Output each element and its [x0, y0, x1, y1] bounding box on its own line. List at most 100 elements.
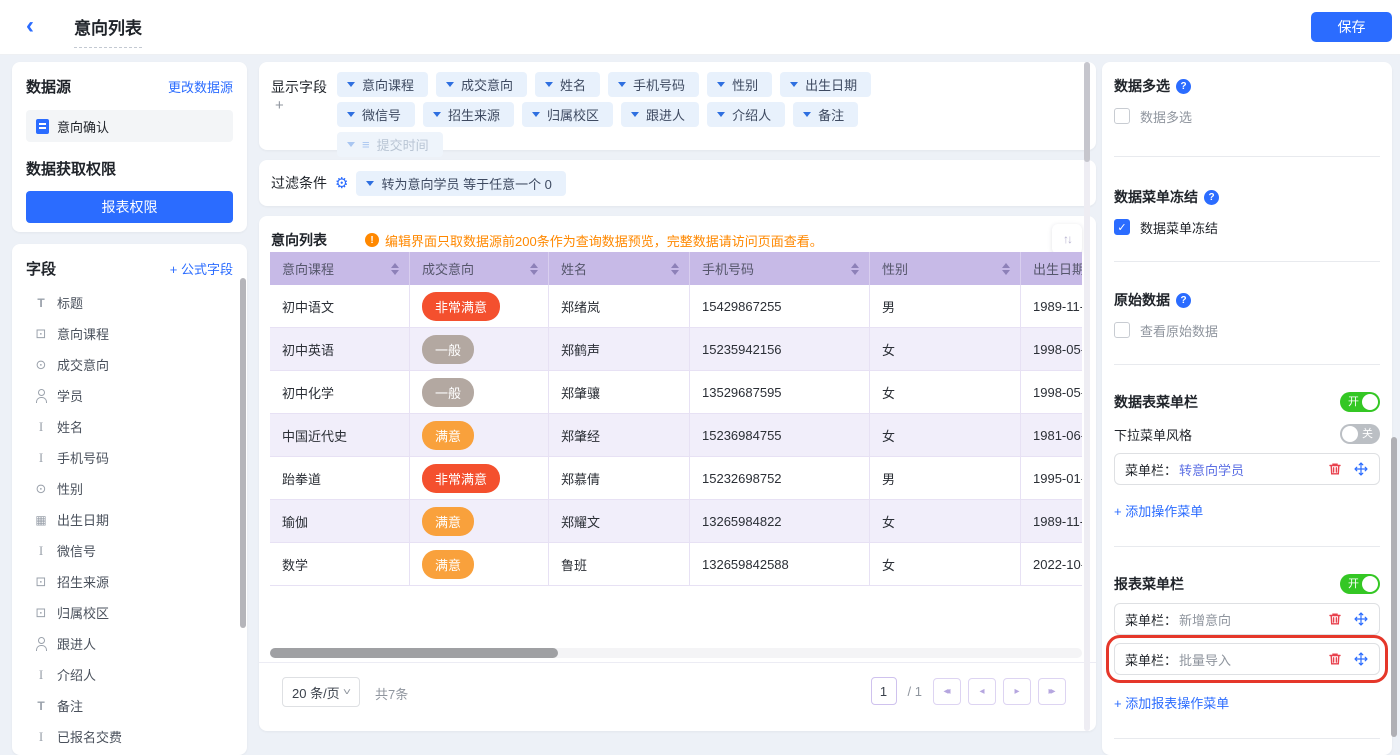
date-icon: ▦: [34, 513, 48, 527]
field-item[interactable]: I手机号码: [26, 442, 233, 473]
add-report-action-menu-link[interactable]: + 添加报表操作菜单: [1114, 693, 1380, 712]
middle-scrollbar-thumb[interactable]: [1084, 62, 1090, 162]
raw-data-checkbox[interactable]: ✓: [1114, 322, 1130, 338]
trash-icon[interactable]: [1327, 611, 1343, 627]
trash-icon[interactable]: [1327, 651, 1343, 667]
column-header[interactable]: 手机号码: [690, 252, 870, 285]
last-page-button[interactable]: ▸▸: [1038, 678, 1066, 705]
field-item[interactable]: ⊡招生来源: [26, 566, 233, 597]
person-icon: [34, 389, 48, 403]
menu-item-box[interactable]: 菜单栏：转意向学员: [1114, 453, 1380, 485]
move-icon[interactable]: [1353, 461, 1369, 477]
datasource-item[interactable]: 意向确认: [26, 110, 233, 142]
multi-select-checkbox[interactable]: ✓: [1114, 108, 1130, 124]
add-action-menu-link[interactable]: + 添加操作菜单: [1114, 501, 1380, 520]
menu-freeze-checkbox-label: 数据菜单冻结: [1140, 218, 1218, 237]
dropdown-style-toggle[interactable]: 关: [1340, 424, 1380, 444]
caret-down-icon: [790, 82, 798, 87]
gear-icon[interactable]: ⚙: [335, 176, 348, 191]
display-field-tag[interactable]: 出生日期: [780, 72, 871, 97]
column-header[interactable]: 姓名: [549, 252, 690, 285]
menu-item-prefix: 菜单栏：: [1125, 650, 1177, 669]
field-item[interactable]: 跟进人: [26, 628, 233, 659]
add-formula-field-link[interactable]: + 公式字段: [170, 259, 233, 278]
trash-icon[interactable]: [1327, 461, 1343, 477]
move-icon[interactable]: [1353, 651, 1369, 667]
menu-freeze-checkbox[interactable]: ✓: [1114, 219, 1130, 235]
select-icon: ⊡: [34, 327, 48, 341]
field-item[interactable]: ⊡归属校区: [26, 597, 233, 628]
move-icon[interactable]: [1353, 611, 1369, 627]
display-field-tag[interactable]: 归属校区: [522, 102, 613, 127]
table-row[interactable]: 跆拳道非常满意郑慕倩15232698752男1995-01-: [270, 457, 1082, 500]
filter-label: 过滤条件: [271, 173, 327, 193]
sort-carets-icon: [671, 263, 679, 275]
table-row[interactable]: 初中化学一般郑肇骧13529687595女1998-05-: [270, 371, 1082, 414]
change-datasource-link[interactable]: 更改数据源: [168, 77, 233, 96]
page-size-value: 20 条/页: [292, 683, 340, 702]
column-header[interactable]: 性别: [870, 252, 1021, 285]
field-item[interactable]: T备注: [26, 690, 233, 721]
field-item[interactable]: ⊡意向课程: [26, 318, 233, 349]
column-header[interactable]: 成交意向: [410, 252, 549, 285]
field-item[interactable]: ▦出生日期: [26, 504, 233, 535]
display-field-tag[interactable]: 介绍人: [707, 102, 785, 127]
column-header[interactable]: 出生日期: [1021, 252, 1082, 285]
table-row[interactable]: 初中英语一般郑鹤声15235942156女1998-05-: [270, 328, 1082, 371]
next-page-button[interactable]: ▸: [1003, 678, 1031, 705]
page-number-input[interactable]: 1: [871, 677, 897, 705]
table-row[interactable]: 数学满意鲁班132659842588女2022-10-: [270, 543, 1082, 586]
column-header[interactable]: 意向课程: [270, 252, 410, 285]
cell-phone: 13529687595: [690, 371, 870, 414]
help-icon[interactable]: ?: [1176, 293, 1191, 308]
display-field-tag-disabled[interactable]: ≡提交时间: [337, 132, 443, 157]
field-item[interactable]: I微信号: [26, 535, 233, 566]
data-menu-toggle[interactable]: 开: [1340, 392, 1380, 412]
field-label: 跟进人: [57, 634, 96, 653]
report-menu-row: 报表菜单栏 开: [1114, 573, 1380, 595]
table-row[interactable]: 初中语文非常满意郑绪岚15429867255男1989-11-: [270, 285, 1082, 328]
divider: [1114, 546, 1380, 547]
report-permission-button[interactable]: 报表权限: [26, 191, 233, 223]
filter-condition-tag[interactable]: 转为意向学员 等于任意一个 0: [356, 171, 565, 196]
display-field-tag[interactable]: 跟进人: [621, 102, 699, 127]
intent-badge: 满意: [422, 507, 474, 536]
horizontal-scrollbar-thumb[interactable]: [270, 648, 558, 658]
field-item[interactable]: 学员: [26, 380, 233, 411]
display-field-tag[interactable]: 招生来源: [423, 102, 514, 127]
field-item[interactable]: ⊙成交意向: [26, 349, 233, 380]
field-item[interactable]: I已报名交费: [26, 721, 233, 752]
report-menu-toggle[interactable]: 开: [1340, 574, 1380, 594]
caret-down-icon: [717, 112, 725, 117]
settings-scrollbar[interactable]: [1391, 437, 1397, 737]
cell-gender: 女: [870, 371, 1021, 414]
display-field-tag[interactable]: 意向课程: [337, 72, 428, 97]
menu-item-box[interactable]: 菜单栏：批量导入: [1114, 643, 1380, 675]
page-size-select[interactable]: 20 条/页 ˅: [282, 677, 360, 707]
table-row[interactable]: 中国近代史满意郑肇经15236984755女1981-06-: [270, 414, 1082, 457]
display-field-tag[interactable]: 微信号: [337, 102, 415, 127]
display-field-tag[interactable]: 手机号码: [608, 72, 699, 97]
display-field-tag[interactable]: 成交意向: [436, 72, 527, 97]
field-item[interactable]: ⊙性别: [26, 473, 233, 504]
cell-gender: 女: [870, 500, 1021, 543]
field-item[interactable]: T标题: [26, 287, 233, 318]
fields-scrollbar[interactable]: [240, 278, 246, 628]
help-icon[interactable]: ?: [1204, 190, 1219, 205]
field-item[interactable]: I介绍人: [26, 659, 233, 690]
display-field-tag[interactable]: 性别: [707, 72, 772, 97]
cell-phone: 15235942156: [690, 328, 870, 371]
table-sort-button[interactable]: ↑↓: [1052, 224, 1082, 254]
display-field-tag[interactable]: 姓名: [535, 72, 600, 97]
add-display-field-icon[interactable]: +: [275, 97, 284, 114]
menu-item-box[interactable]: 菜单栏：新增意向: [1114, 603, 1380, 635]
display-field-tag[interactable]: 备注: [793, 102, 858, 127]
table-row[interactable]: 瑜伽满意郑耀文13265984822女1989-11-: [270, 500, 1082, 543]
prev-page-button[interactable]: ◂: [968, 678, 996, 705]
first-page-button[interactable]: ◂◂: [933, 678, 961, 705]
back-icon[interactable]: ‹: [26, 11, 34, 41]
save-button[interactable]: 保存: [1311, 12, 1392, 42]
help-icon[interactable]: ?: [1176, 79, 1191, 94]
cell-birth: 1998-05-: [1021, 371, 1082, 414]
field-item[interactable]: I姓名: [26, 411, 233, 442]
